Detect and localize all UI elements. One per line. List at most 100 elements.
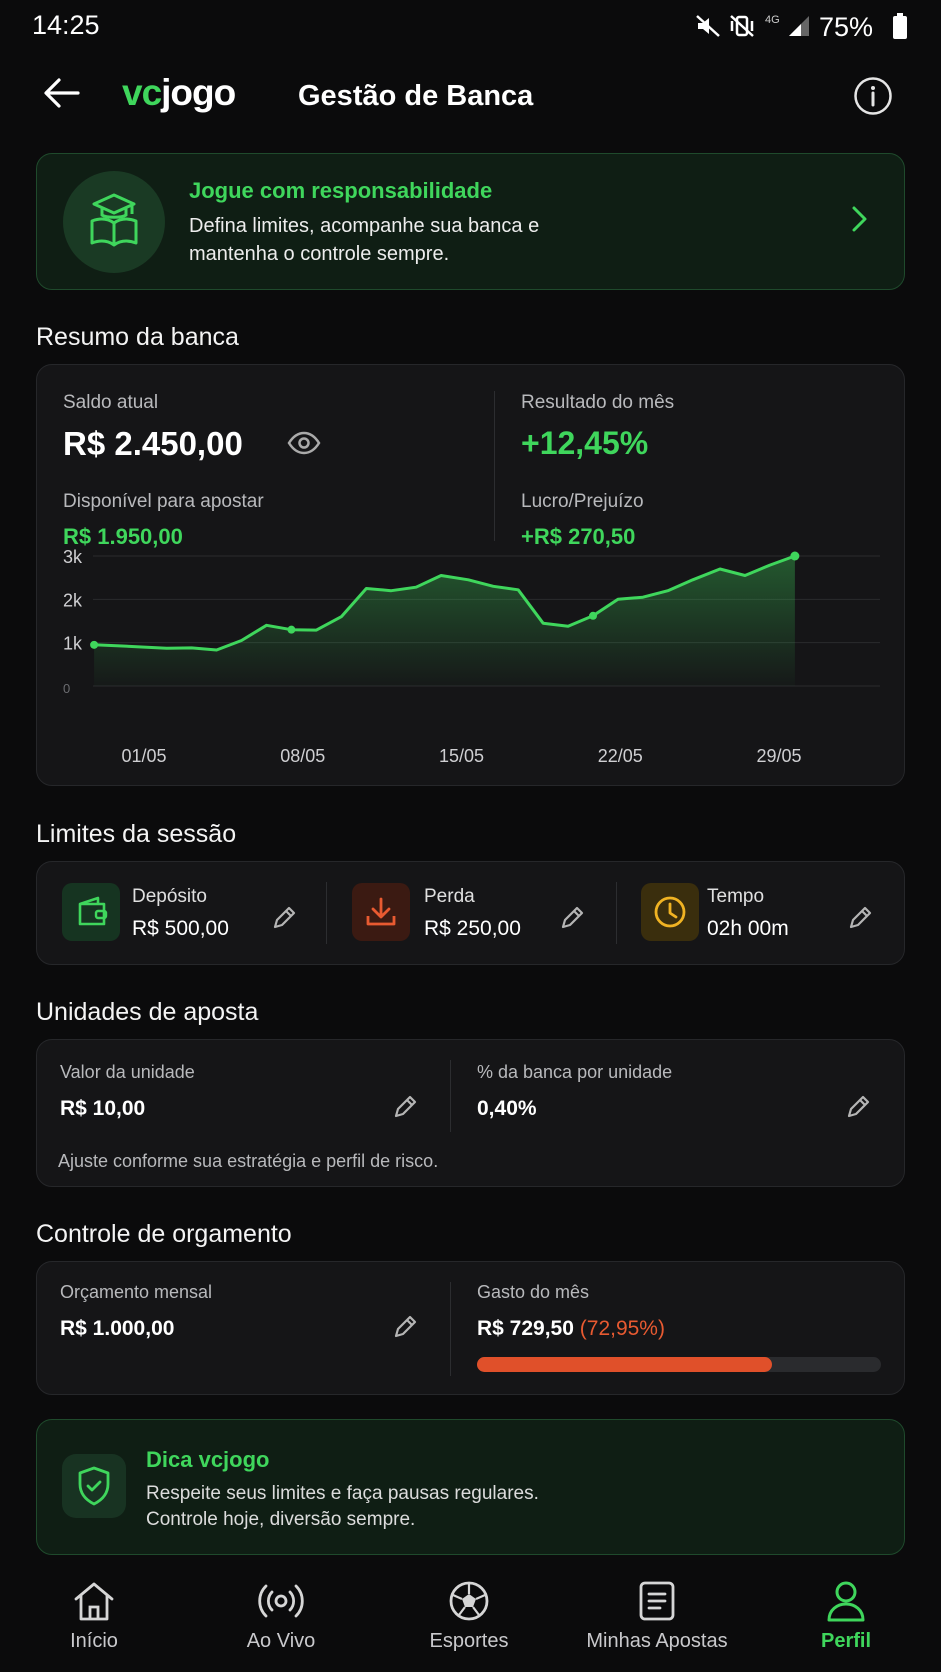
banner-text-line2: mantenha o controle sempre. <box>189 243 450 265</box>
back-arrow-icon[interactable] <box>42 76 82 110</box>
brand-suffix: jogo <box>161 72 236 113</box>
download-icon <box>366 897 396 926</box>
nav-live-label: Ao Vivo <box>246 1630 316 1652</box>
shield-icon-box <box>62 1454 126 1518</box>
banner-title: Jogue com responsabilidade <box>189 178 493 203</box>
monthly-budget-label: Orçamento mensal <box>60 1282 213 1302</box>
bet-slip-icon <box>639 1581 675 1621</box>
summary-card: Saldo atual R$ 2.450,00 Disponível para … <box>36 364 905 786</box>
chart-data-point <box>90 640 99 649</box>
soccer-ball-icon <box>449 1581 489 1621</box>
status-time: 14:25 <box>32 10 100 40</box>
budget-section-title: Controle de orgamento <box>36 1220 292 1248</box>
chart-x-tick-label: 15/05 <box>439 746 484 766</box>
month-spent-value: R$ 729,50 <box>477 1317 574 1340</box>
tip-card: Dica vcjogo Respeite seus limites e faça… <box>36 1419 905 1555</box>
network-type: 4G <box>765 14 780 26</box>
limit-time-label: Tempo <box>707 886 765 907</box>
units-section-title: Unidades de aposta <box>36 998 259 1026</box>
nav-profile[interactable]: Perfil <box>761 1580 931 1653</box>
limit-time-value: 02h 00m <box>707 917 789 940</box>
wallet-icon <box>78 896 108 926</box>
limits-section-title: Limites da sessão <box>36 820 237 848</box>
nav-profile-label: Perfil <box>820 1630 872 1652</box>
chart-x-tick-label: 22/05 <box>598 746 643 766</box>
chart-y-tick-label: 2k <box>63 590 83 610</box>
edit-deposit-pencil-icon[interactable] <box>271 905 297 931</box>
budget-progress-track <box>477 1357 881 1372</box>
home-icon <box>74 1582 114 1621</box>
limit-deposit-label: Depósito <box>132 886 207 907</box>
bank-pct-label: % da banca por unidade <box>477 1062 673 1082</box>
units-card: Valor da unidade R$ 10,00 % da banca por… <box>36 1039 905 1187</box>
budget-card: Orçamento mensal R$ 1.000,00 Gasto do mê… <box>36 1261 905 1395</box>
status-icons: 4G 75% <box>695 12 915 42</box>
status-bar: 14:25 4G 75% <box>0 0 941 50</box>
education-badge <box>63 171 165 273</box>
units-divider <box>450 1060 451 1132</box>
mute-icon <box>696 15 720 37</box>
profile-icon <box>827 1581 865 1622</box>
month-spent-percent: (72,95%) <box>579 1317 665 1340</box>
shield-check-icon <box>78 1466 110 1506</box>
clock-icon-box <box>641 883 699 941</box>
tip-line2: Controle hoje, diversão sempre. <box>146 1509 416 1530</box>
chart-data-point <box>287 625 296 634</box>
chart-x-tick-label: 01/05 <box>121 746 166 766</box>
battery-icon <box>893 13 907 39</box>
edit-unit-pencil-icon[interactable] <box>392 1094 418 1120</box>
nav-live[interactable]: Ao Vivo <box>196 1580 366 1653</box>
signal-icon <box>789 16 809 36</box>
balance-chart: 0 1k 2k 3k 01/05 08/05 15/05 22/05 29/05 <box>63 547 880 766</box>
wallet-icon-box <box>62 883 120 941</box>
units-note: Ajuste conforme sua estratégia e perfil … <box>58 1151 439 1171</box>
nav-sports-label: Esportes <box>429 1630 509 1652</box>
nav-home[interactable]: Início <box>9 1580 179 1653</box>
bank-pct-value: 0,40% <box>477 1097 537 1120</box>
edit-budget-pencil-icon[interactable] <box>392 1314 418 1340</box>
month-spent-row: R$ 729,50 (72,95%) <box>477 1317 665 1341</box>
chart-y-tick-label: 3k <box>63 547 83 567</box>
edit-pct-pencil-icon[interactable] <box>845 1094 871 1120</box>
chevron-right-icon[interactable] <box>849 204 869 234</box>
brand-logo: vcjogo <box>122 72 236 114</box>
nav-sports[interactable]: Esportes <box>384 1580 554 1653</box>
limits-card: Depósito R$ 500,00 Perda R$ 250,00 Tempo… <box>36 861 905 965</box>
limit-deposit: Depósito R$ 500,00 <box>37 862 325 964</box>
budget-progress-fill <box>477 1357 772 1372</box>
budget-divider <box>450 1282 451 1376</box>
info-icon[interactable] <box>853 76 893 116</box>
chart-y-tick-label: 1k <box>63 634 83 654</box>
tip-line1: Respeite seus limites e faça pausas regu… <box>146 1483 539 1504</box>
nav-my-bets[interactable]: Minhas Apostas <box>572 1580 742 1653</box>
edit-time-pencil-icon[interactable] <box>847 905 873 931</box>
limit-time: Tempo 02h 00m <box>617 862 904 964</box>
month-spent-label: Gasto do mês <box>477 1282 590 1302</box>
nav-my-bets-label: Minhas Apostas <box>586 1630 728 1652</box>
nav-home-label: Início <box>70 1630 118 1652</box>
monthly-budget-value: R$ 1.000,00 <box>60 1317 175 1340</box>
unit-value: R$ 10,00 <box>60 1097 146 1120</box>
app-header: vcjogo Gestão de Banca <box>0 60 941 140</box>
responsible-gaming-banner[interactable]: Jogue com responsabilidade Defina limite… <box>36 153 905 290</box>
chart-y-tick-label: 0 <box>63 681 70 696</box>
chart-data-point <box>790 551 800 561</box>
limit-deposit-value: R$ 500,00 <box>132 917 229 940</box>
limit-loss-value: R$ 250,00 <box>424 917 521 940</box>
edit-loss-pencil-icon[interactable] <box>559 905 585 931</box>
chart-x-tick-label: 29/05 <box>756 746 801 766</box>
chart-x-tick-label: 08/05 <box>280 746 325 766</box>
banner-text-line1: Defina limites, acompanhe sua banca e <box>189 215 540 237</box>
battery-percent: 75% <box>819 12 874 42</box>
limit-loss-label: Perda <box>424 886 475 907</box>
unit-value-label: Valor da unidade <box>60 1062 195 1082</box>
live-broadcast-icon <box>258 1584 304 1618</box>
clock-icon <box>654 896 686 928</box>
download-icon-box <box>352 883 410 941</box>
vibrate-off-icon <box>730 15 754 37</box>
tip-title: Dica vcjogo <box>146 1447 270 1472</box>
graduation-book-icon <box>90 193 138 247</box>
chart-data-point <box>589 611 598 620</box>
page-title: Gestão de Banca <box>298 80 534 112</box>
summary-section-title: Resumo da banca <box>36 323 239 351</box>
